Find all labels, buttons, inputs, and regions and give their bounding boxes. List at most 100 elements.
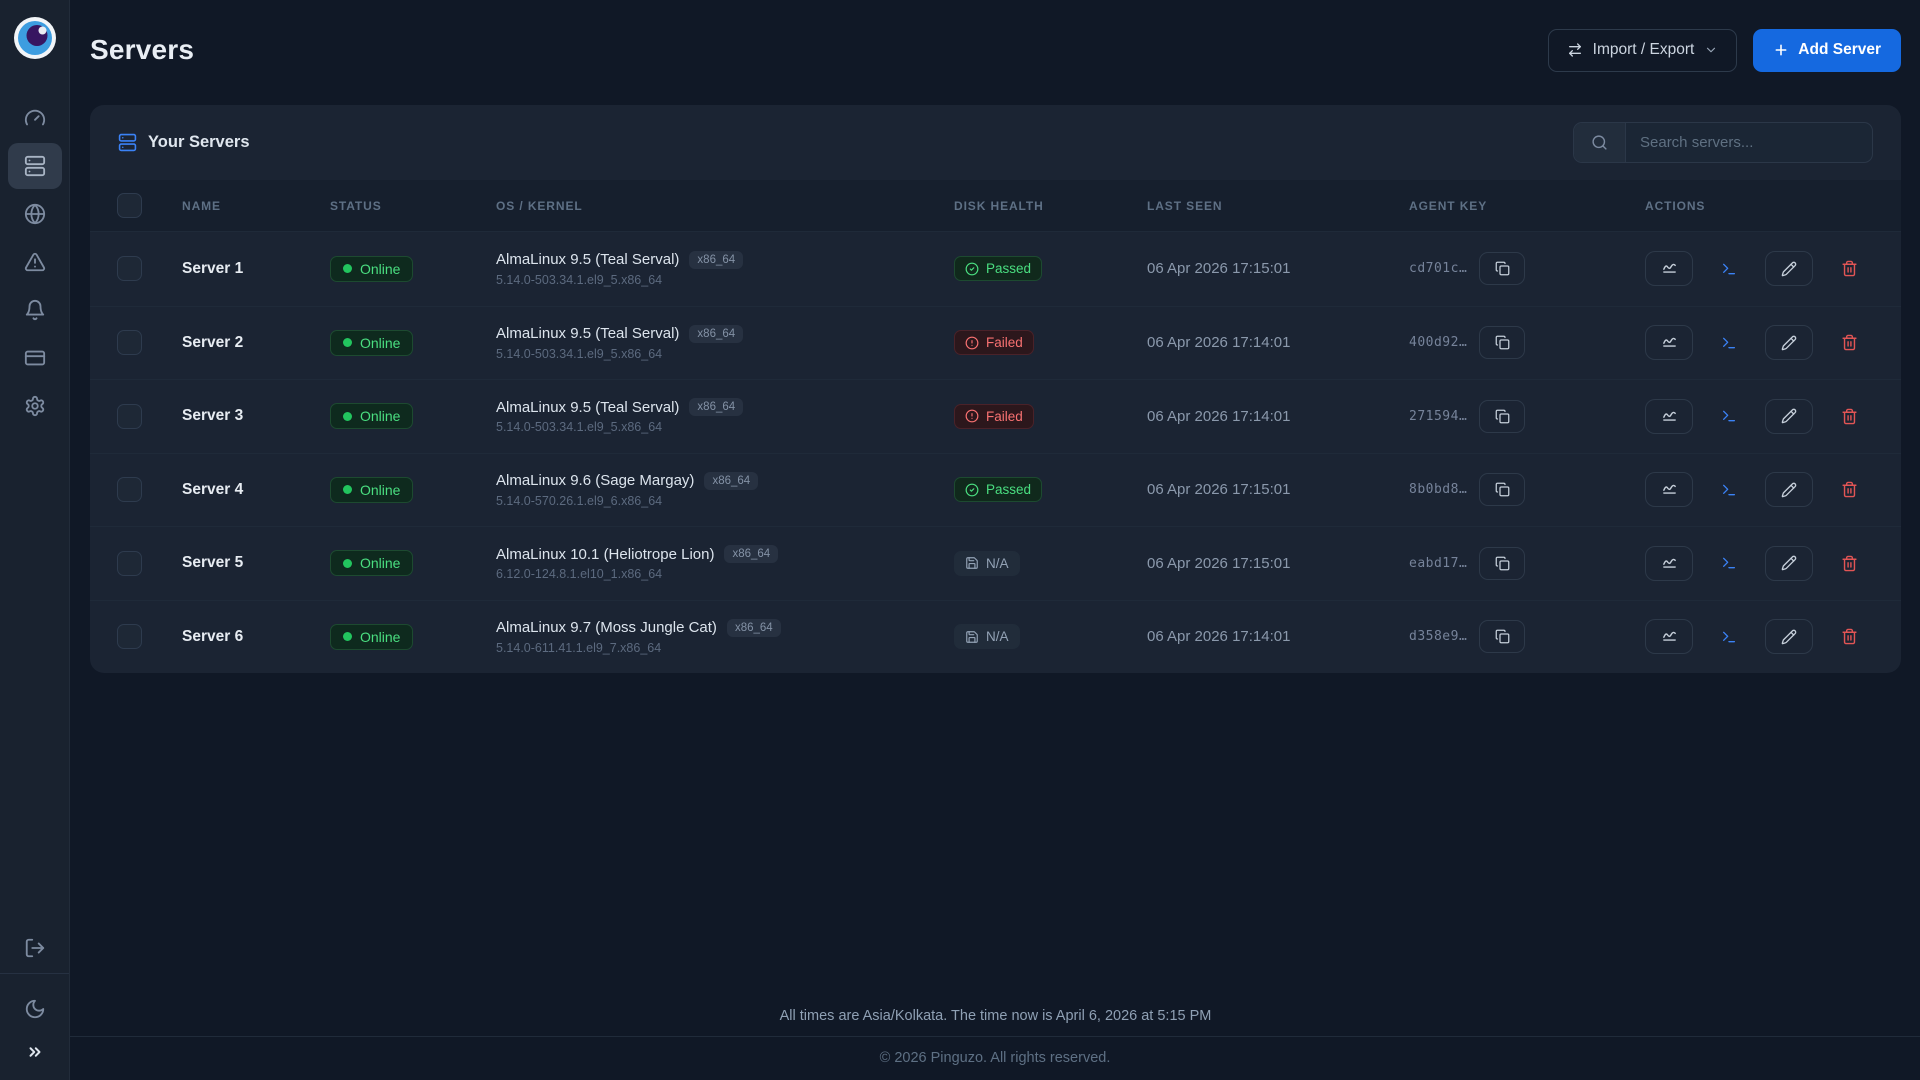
charts-button[interactable] bbox=[1645, 325, 1693, 360]
theme-toggle-button[interactable] bbox=[8, 986, 62, 1032]
edit-button[interactable] bbox=[1765, 399, 1813, 434]
terminal-button[interactable] bbox=[1721, 335, 1737, 351]
row-checkbox[interactable] bbox=[117, 477, 142, 502]
collapse-chevrons-icon bbox=[26, 1043, 44, 1061]
status-badge: Online bbox=[330, 624, 413, 650]
chart-icon bbox=[1661, 334, 1678, 351]
arch-chip: x86_64 bbox=[704, 472, 758, 490]
row-checkbox[interactable] bbox=[117, 256, 142, 281]
copy-agent-key-button[interactable] bbox=[1479, 252, 1525, 285]
terminal-button[interactable] bbox=[1721, 408, 1737, 424]
table-row: Server 3 Online AlmaLinux 9.5 (Teal Serv… bbox=[90, 379, 1901, 453]
table-row: Server 2 Online AlmaLinux 9.5 (Teal Serv… bbox=[90, 306, 1901, 380]
charts-button[interactable] bbox=[1645, 251, 1693, 286]
sidebar-item-network[interactable] bbox=[8, 191, 62, 237]
disk-icon bbox=[965, 630, 979, 644]
server-name: Server 6 bbox=[182, 628, 330, 646]
arch-chip: x86_64 bbox=[727, 619, 781, 637]
sidebar-item-settings[interactable] bbox=[8, 383, 62, 429]
agent-key: cd701c… bbox=[1409, 261, 1467, 276]
pencil-icon bbox=[1781, 482, 1797, 498]
check-circle-icon bbox=[965, 262, 979, 276]
terminal-button[interactable] bbox=[1721, 629, 1737, 645]
copy-agent-key-button[interactable] bbox=[1479, 473, 1525, 506]
column-header-agent-key: AGENT KEY bbox=[1409, 199, 1645, 213]
online-dot-icon bbox=[343, 412, 352, 421]
row-checkbox[interactable] bbox=[117, 330, 142, 355]
chart-icon bbox=[1661, 481, 1678, 498]
status-badge: Online bbox=[330, 256, 413, 282]
status-badge: Online bbox=[330, 330, 413, 356]
chevron-down-icon bbox=[1704, 43, 1718, 57]
last-seen: 06 Apr 2026 17:15:01 bbox=[1147, 481, 1409, 498]
online-dot-icon bbox=[343, 559, 352, 568]
alert-circle-icon bbox=[965, 336, 979, 350]
charts-button[interactable] bbox=[1645, 619, 1693, 654]
plus-icon bbox=[1773, 42, 1789, 58]
app-logo[interactable] bbox=[12, 15, 58, 61]
sidebar-bottom bbox=[0, 925, 69, 1080]
status-badge: Online bbox=[330, 403, 413, 429]
search-icon bbox=[1591, 134, 1608, 151]
row-checkbox[interactable] bbox=[117, 551, 142, 576]
charts-button[interactable] bbox=[1645, 546, 1693, 581]
os-name: AlmaLinux 9.5 (Teal Serval) bbox=[496, 325, 679, 342]
row-checkbox[interactable] bbox=[117, 624, 142, 649]
copy-agent-key-button[interactable] bbox=[1479, 326, 1525, 359]
disk-icon bbox=[965, 556, 979, 570]
main-content: Servers Import / Export Add Server Your … bbox=[70, 0, 1920, 1080]
agent-key: 8b0bd8… bbox=[1409, 482, 1467, 497]
trash-icon bbox=[1841, 408, 1858, 425]
sidebar-nav bbox=[8, 95, 62, 431]
disk-health-badge: N/A bbox=[954, 551, 1020, 576]
column-header-name: NAME bbox=[182, 199, 330, 213]
charts-button[interactable] bbox=[1645, 472, 1693, 507]
last-seen: 06 Apr 2026 17:14:01 bbox=[1147, 334, 1409, 351]
copy-agent-key-button[interactable] bbox=[1479, 620, 1525, 653]
delete-button[interactable] bbox=[1841, 628, 1858, 645]
edit-button[interactable] bbox=[1765, 472, 1813, 507]
disk-health-badge: Passed bbox=[954, 477, 1042, 502]
edit-button[interactable] bbox=[1765, 325, 1813, 360]
sidebar-expand-button[interactable] bbox=[8, 1032, 62, 1072]
sidebar-item-billing[interactable] bbox=[8, 335, 62, 381]
row-checkbox[interactable] bbox=[117, 404, 142, 429]
check-circle-icon bbox=[965, 483, 979, 497]
sidebar-item-dashboard[interactable] bbox=[8, 95, 62, 141]
add-server-button[interactable]: Add Server bbox=[1753, 29, 1901, 72]
search-input[interactable] bbox=[1626, 123, 1872, 162]
delete-button[interactable] bbox=[1841, 260, 1858, 277]
terminal-icon bbox=[1721, 261, 1737, 277]
charts-button[interactable] bbox=[1645, 399, 1693, 434]
edit-button[interactable] bbox=[1765, 546, 1813, 581]
server-name: Server 4 bbox=[182, 481, 330, 499]
terminal-button[interactable] bbox=[1721, 555, 1737, 571]
copy-icon bbox=[1495, 629, 1510, 644]
sidebar-item-notifications[interactable] bbox=[8, 287, 62, 333]
delete-button[interactable] bbox=[1841, 408, 1858, 425]
sidebar-item-alerts[interactable] bbox=[8, 239, 62, 285]
terminal-button[interactable] bbox=[1721, 261, 1737, 277]
online-dot-icon bbox=[343, 632, 352, 641]
edit-button[interactable] bbox=[1765, 251, 1813, 286]
terminal-icon bbox=[1721, 482, 1737, 498]
delete-button[interactable] bbox=[1841, 555, 1858, 572]
pencil-icon bbox=[1781, 261, 1797, 277]
kernel-version: 6.12.0-124.8.1.el10_1.x86_64 bbox=[496, 567, 954, 581]
kernel-version: 5.14.0-611.41.1.el9_7.x86_64 bbox=[496, 641, 954, 655]
logout-button[interactable] bbox=[8, 925, 62, 971]
import-export-button[interactable]: Import / Export bbox=[1548, 29, 1738, 72]
copy-agent-key-button[interactable] bbox=[1479, 547, 1525, 580]
terminal-button[interactable] bbox=[1721, 482, 1737, 498]
edit-button[interactable] bbox=[1765, 619, 1813, 654]
select-all-checkbox[interactable] bbox=[117, 193, 142, 218]
sidebar-item-servers[interactable] bbox=[8, 143, 62, 189]
delete-button[interactable] bbox=[1841, 481, 1858, 498]
page-header: Servers Import / Export Add Server bbox=[90, 28, 1901, 72]
delete-button[interactable] bbox=[1841, 334, 1858, 351]
copy-agent-key-button[interactable] bbox=[1479, 400, 1525, 433]
terminal-icon bbox=[1721, 555, 1737, 571]
timezone-note: All times are Asia/Kolkata. The time now… bbox=[90, 1008, 1901, 1036]
copy-icon bbox=[1495, 482, 1510, 497]
status-badge: Online bbox=[330, 550, 413, 576]
